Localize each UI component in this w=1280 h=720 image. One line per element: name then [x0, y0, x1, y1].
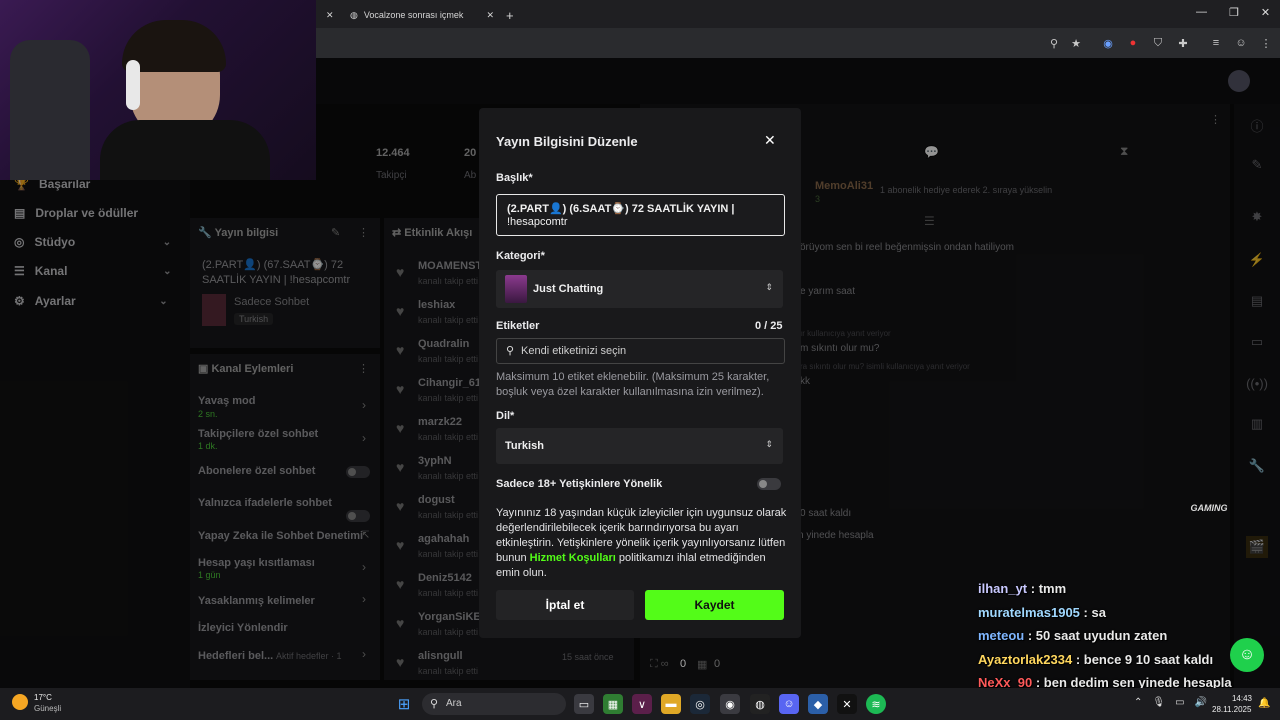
extension-icon[interactable]: ◉	[1100, 35, 1116, 51]
record-icon[interactable]: ●	[1125, 35, 1141, 51]
search-icon: ⚲	[430, 698, 439, 710]
mic-icon[interactable]: 🎙	[1152, 697, 1165, 708]
menu-icon[interactable]: ⋮	[1258, 35, 1274, 51]
select-arrows-icon: ⇕	[765, 282, 773, 292]
overlay-chat-line: muratelmas1905 : sa	[978, 605, 1106, 620]
puzzle-icon[interactable]: ✚	[1175, 35, 1191, 51]
overlay-chat-user: meteou	[978, 628, 1025, 643]
language-label: Dil*	[496, 410, 515, 422]
edit-stream-modal: Yayın Bilgisini Düzenle ✕ Başlık* (2.PAR…	[479, 108, 801, 638]
title-input[interactable]: (2.PART👤) (6.SAAT⌚) 72 SAATLİK YAYIN | !…	[496, 194, 785, 236]
maximize-icon[interactable]: ❐	[1229, 6, 1239, 19]
title-label: Başlık*	[496, 172, 533, 184]
app-icon[interactable]: ∨	[632, 694, 652, 714]
overlay-chat-message: : tmm	[1030, 581, 1067, 596]
chevron-up-icon[interactable]: ⌃	[1134, 697, 1142, 708]
clock-time: 14:43	[1231, 694, 1252, 703]
overlay-chat-line: Ayaztorlak2334 : bence 9 10 saat kaldı	[978, 652, 1213, 667]
gaming-logo: GAMING	[1190, 503, 1228, 513]
category-select[interactable]: Just Chatting ⇕	[496, 270, 783, 308]
language-select[interactable]: Turkish ⇕	[496, 428, 783, 464]
category-label: Kategori*	[496, 250, 545, 262]
headphone-left	[126, 60, 140, 110]
overlay-chat-user: muratelmas1905	[978, 604, 1080, 620]
webcam-feed	[0, 0, 316, 180]
category-value: Just Chatting	[533, 283, 604, 295]
browser-tab[interactable]: ◍ Vocalzone sonrası içmek ✕	[350, 4, 500, 26]
overlay-chat-user: Ayaztorlak2334	[978, 651, 1073, 667]
clock-date: 28.11.2025	[1212, 705, 1252, 714]
taskbar-search[interactable]: ⚲ Ara	[422, 693, 566, 715]
notification-icon[interactable]: 🔔	[1258, 698, 1270, 709]
new-tab-button[interactable]: +	[506, 4, 514, 26]
globe-icon: ◍	[350, 9, 358, 20]
tags-count: 0 / 25	[755, 320, 783, 332]
person-shirt	[100, 120, 270, 180]
overlay-chat-message: : 50 saat uyudun zaten	[1027, 628, 1168, 643]
search-placeholder: Ara	[446, 698, 462, 709]
save-button[interactable]: Kaydet	[645, 590, 784, 620]
overlay-chat-message: : bence 9 10 saat kaldı	[1075, 651, 1214, 667]
folder-icon[interactable]: ▬	[661, 694, 681, 714]
overlay-chat-user: ilhan_yt	[978, 581, 1028, 596]
cancel-button[interactable]: İptal et	[496, 590, 634, 620]
tab-title: Vocalzone sonrası içmek	[363, 10, 464, 20]
select-arrows-icon: ⇕	[765, 439, 773, 449]
title-line1: (2.PART👤) (6.SAAT⌚) 72 SAATLİK YAYIN |	[507, 203, 735, 215]
weather-icon	[12, 694, 28, 710]
counter: 0	[680, 658, 687, 670]
tab-close-prev[interactable]: ✕	[326, 4, 334, 26]
task-view-icon[interactable]: ▭	[574, 694, 594, 714]
close-icon[interactable]: ✕	[486, 10, 500, 21]
profile-icon[interactable]: ☺	[1233, 35, 1249, 51]
volume-icon[interactable]: 🔊	[1195, 697, 1207, 708]
shield-icon[interactable]: ⛉	[1150, 35, 1166, 51]
tags-help: Maksimum 10 etiket eklenebilir. (Maksimu…	[496, 371, 770, 398]
tags-label: Etiketler	[496, 320, 540, 332]
search-icon: ⚲	[506, 345, 515, 357]
category-thumbnail	[505, 275, 527, 303]
windows-start-icon[interactable]: ⊞	[394, 694, 414, 714]
star-icon[interactable]: ★	[1068, 35, 1084, 51]
adult-description: Yayınınız 18 yaşından küçük izleyiciler …	[496, 506, 788, 581]
playlist-icon[interactable]: ≡	[1208, 35, 1224, 51]
zoom-icon[interactable]: ⚲	[1046, 35, 1062, 51]
weather-temp: 17°C	[34, 693, 52, 702]
discord-icon[interactable]: ☺	[779, 694, 799, 714]
tags-input[interactable]: ⚲ Kendi etiketinizi seçin	[496, 338, 785, 364]
weather-desc: Güneşli	[34, 704, 62, 713]
title-line2: !hesapcomtr	[507, 216, 568, 228]
chair	[10, 40, 90, 180]
minimize-icon[interactable]: —	[1196, 6, 1207, 19]
window-controls: — ❐ ✕	[1196, 6, 1276, 19]
language-value: Turkish	[505, 440, 544, 452]
app2-icon[interactable]: ◆	[808, 694, 828, 714]
overlay-chat-line: meteou : 50 saat uyudun zaten	[978, 628, 1167, 643]
network-icon[interactable]: ▭	[1175, 697, 1184, 708]
adult-toggle[interactable]	[757, 478, 781, 490]
overlay-chat-line: ilhan_yt : tmm	[978, 581, 1066, 596]
app3-icon[interactable]: ✕	[837, 694, 857, 714]
terms-link[interactable]: Hizmet Koşulları	[530, 552, 616, 564]
chrome-icon[interactable]: ◉	[720, 694, 740, 714]
tray-icons: ⌃ 🎙 ▭ 🔊	[1134, 697, 1207, 708]
spotify-icon[interactable]: ≋	[866, 694, 886, 714]
adult-label: Sadece 18+ Yetişkinlere Yönelik	[496, 478, 663, 490]
chat-bot-icon: ☺	[1230, 638, 1264, 672]
steam-icon[interactable]: ◎	[690, 694, 710, 714]
tags-placeholder: Kendi etiketinizi seçin	[521, 345, 627, 357]
close-icon[interactable]: ✕	[764, 132, 776, 149]
overlay-chat-message: : sa	[1083, 604, 1106, 620]
minecraft-icon[interactable]: ▦	[603, 694, 623, 714]
close-window-icon[interactable]: ✕	[1261, 6, 1270, 19]
modal-title: Yayın Bilgisini Düzenle	[496, 134, 638, 149]
obs-icon[interactable]: ◍	[750, 694, 770, 714]
